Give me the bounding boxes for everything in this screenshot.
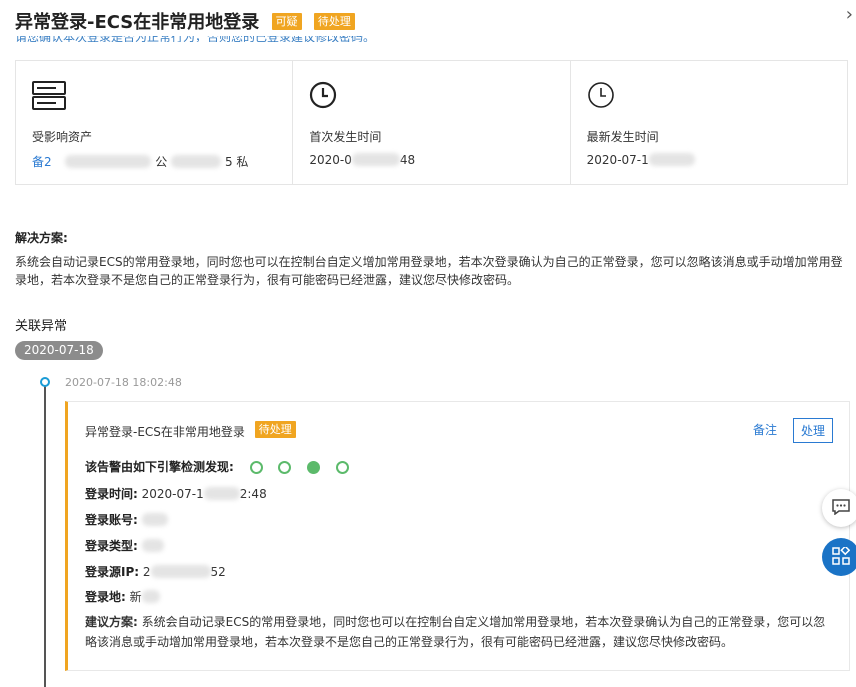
login-ip-prefix: 2: [142, 565, 151, 579]
latest-occurrence-card: 最新发生时间 2020-07-1: [571, 61, 847, 184]
latest-time-prefix: 2020-07-1: [586, 153, 649, 167]
timeline-event-time: 2020-07-18 18:02:48: [65, 376, 182, 389]
suspicious-badge: 可疑: [271, 13, 302, 30]
redacted-text: [648, 153, 695, 166]
login-ip-row: 登录源IP: 2 52: [85, 563, 226, 580]
alert-pending-badge: 待处理: [254, 421, 296, 438]
first-occurrence-value: 2020-0 48: [309, 153, 415, 167]
clock-icon: [587, 81, 615, 112]
timeline-line: [44, 381, 46, 687]
redacted-text: [65, 155, 152, 168]
latest-occurrence-label: 最新发生时间: [586, 130, 659, 144]
asset-value-prefix: 备2: [32, 155, 52, 169]
server-icon: [32, 81, 66, 114]
affected-asset-card: 受影响资产 备2 公 5 私: [16, 61, 294, 184]
feedback-button[interactable]: [822, 489, 856, 527]
advice-text: 系统会自动记录ECS的常用登录地，同时您也可以在控制台自定义增加常用登录地，若本…: [85, 615, 826, 649]
redacted-text: [351, 153, 400, 166]
login-location-row: 登录地: 新: [85, 588, 160, 605]
login-ip-suffix: 52: [210, 565, 226, 579]
first-time-prefix: 2020-0: [309, 153, 352, 167]
engine-icon[interactable]: [249, 461, 263, 474]
asset-value-suffix: 5 私: [224, 155, 249, 169]
engines-row: 该告警由如下引擎检测发现:: [85, 458, 350, 475]
grid-apps-icon: [832, 544, 851, 568]
alert-title: 异常登录-ECS在非常用地登录 待处理: [85, 421, 296, 440]
summary-cards: 受影响资产 备2 公 5 私 首次发生时间 2020-0 48 最新发生时间 2…: [15, 60, 848, 185]
alert-title-text: 异常登录-ECS在非常用地登录: [85, 425, 245, 439]
engines-label: 该告警由如下引擎检测发现:: [85, 460, 234, 474]
pending-badge: 待处理: [313, 13, 355, 30]
engine-search-icon[interactable]: [336, 461, 350, 474]
advice-label: 建议方案:: [85, 615, 138, 629]
redacted-text: [141, 513, 168, 526]
page-title-text: 异常登录-ECS在非常用地登录: [15, 12, 260, 33]
login-type-row: 登录类型:: [85, 537, 164, 554]
alert-card: 异常登录-ECS在非常用地登录 待处理 备注 处理 该告警由如下引擎检测发现: …: [65, 401, 850, 671]
timeline-date-pill: 2020-07-18: [15, 341, 103, 360]
login-location-prefix: 新: [129, 590, 142, 604]
login-type-label: 登录类型:: [85, 539, 138, 553]
advice-block: 建议方案: 系统会自动记录ECS的常用登录地，同时您也可以在控制台自定义增加常用…: [85, 612, 830, 652]
engine-icon[interactable]: [307, 461, 321, 474]
login-time-prefix: 2020-07-1: [141, 487, 204, 501]
page-title: 异常登录-ECS在非常用地登录 可疑 待处理: [15, 8, 355, 34]
redacted-text: [150, 565, 211, 578]
login-time-row: 登录时间: 2020-07-1 2:48: [85, 485, 267, 502]
login-time-suffix: 2:48: [239, 487, 267, 501]
close-icon[interactable]: ›: [846, 4, 853, 25]
clock-icon: [309, 81, 337, 112]
login-time-label: 登录时间:: [85, 487, 138, 501]
affected-asset-value[interactable]: 备2 公 5 私: [32, 153, 248, 170]
first-occurrence-label: 首次发生时间: [309, 130, 382, 144]
asset-value-mid: 公: [155, 155, 168, 169]
timeline-dot: [40, 377, 50, 387]
page-header: 异常登录-ECS在非常用地登录 可疑 待处理 ›: [0, 0, 856, 36]
affected-asset-label: 受影响资产: [32, 130, 93, 144]
login-account-row: 登录账号:: [85, 511, 168, 528]
related-anomalies-title: 关联异常: [15, 319, 68, 334]
redacted-text: [203, 487, 240, 500]
solution-text: 系统会自动记录ECS的常用登录地，同时您也可以在控制台自定义增加常用登录地，若本…: [15, 255, 843, 287]
redacted-text: [171, 155, 222, 168]
chat-icon: [832, 498, 850, 518]
login-location-label: 登录地:: [85, 590, 126, 604]
login-ip-label: 登录源IP:: [85, 565, 140, 579]
engine-icon[interactable]: [278, 461, 292, 474]
redacted-text: [141, 539, 164, 552]
handle-button[interactable]: 处理: [792, 418, 833, 443]
login-account-label: 登录账号:: [85, 513, 138, 527]
redacted-text: [141, 590, 160, 603]
solution-title: 解决方案:: [15, 231, 68, 245]
note-link[interactable]: 备注: [753, 421, 777, 438]
apps-button[interactable]: [822, 538, 856, 576]
first-time-suffix: 48: [399, 153, 416, 167]
first-occurrence-card: 首次发生时间 2020-0 48: [293, 61, 571, 184]
latest-occurrence-value: 2020-07-1: [587, 153, 695, 167]
